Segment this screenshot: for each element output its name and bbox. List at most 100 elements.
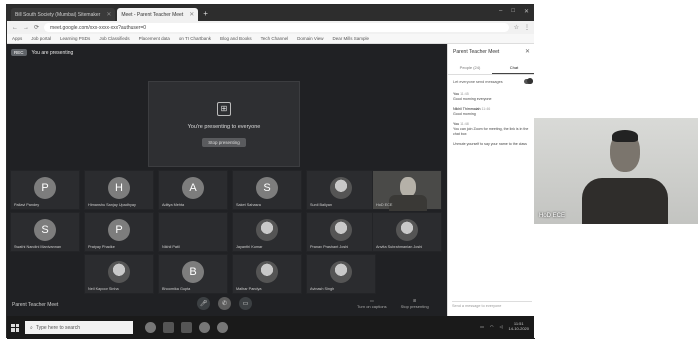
- message-sender: You: [453, 122, 460, 126]
- chat-permission-row: Let everyone send messages: [453, 78, 533, 84]
- chat-message: Unmute yourself to say your name to the …: [453, 142, 533, 147]
- bookmark-item[interactable]: Domain View: [297, 36, 323, 41]
- participant-tile[interactable]: Malhar Pandya: [232, 254, 302, 294]
- webcam-person-hair: [612, 130, 638, 142]
- browser-tab-active[interactable]: Meet - Parent Teacher Meet ✕: [117, 8, 199, 21]
- participant-tile[interactable]: Avinash Singh: [306, 254, 376, 294]
- app-icon[interactable]: [217, 322, 228, 333]
- avatar-photo: [256, 261, 278, 283]
- participant-tile[interactable]: P Pratyay Phadke: [84, 212, 154, 252]
- bookmark-item[interactable]: Blog and Books: [220, 36, 252, 41]
- panel-title: Parent Teacher Meet: [453, 49, 500, 55]
- avatar-photo: [330, 261, 352, 283]
- avatar-photo: [330, 219, 352, 241]
- new-tab-icon[interactable]: +: [203, 9, 208, 18]
- close-icon[interactable]: ✕: [106, 11, 111, 18]
- reload-icon[interactable]: ⟳: [34, 24, 39, 31]
- participant-tile[interactable]: Sunil Baliyan: [306, 170, 376, 210]
- video-body: [389, 195, 427, 211]
- meeting-name: Parent Teacher Meet: [12, 302, 59, 308]
- close-window-icon[interactable]: ✕: [524, 8, 529, 15]
- message-sender: Nikhil Thimmaiah: [453, 107, 481, 111]
- presentation-card: ⊞ You're presenting to everyone Stop pre…: [148, 81, 300, 167]
- toggle-label: Let everyone send messages: [453, 79, 503, 84]
- chat-panel: Parent Teacher Meet ✕ People (24) Chat L…: [447, 44, 536, 316]
- participant-name: Pallavi Pandey: [14, 203, 40, 207]
- close-icon[interactable]: ✕: [189, 11, 194, 18]
- maximize-icon[interactable]: □: [511, 8, 515, 15]
- participant-tile-video[interactable]: HoD ECE: [372, 170, 442, 211]
- bookmark-item[interactable]: Dear Mills Sample: [333, 36, 370, 41]
- camera-icon[interactable]: ▭: [239, 297, 252, 310]
- bookmark-item[interactable]: Job Classifieds: [99, 36, 129, 41]
- browser-tab-strip: Bill South Society (Mumbai) Sitemaker ✕ M…: [7, 5, 535, 21]
- empty-area-bottom: [534, 224, 698, 338]
- participant-tile[interactable]: Anvita Subrahmanian Joshi: [372, 212, 442, 252]
- bookmarks-bar: Apps Job portal Learning PSDs Job Classi…: [7, 34, 535, 44]
- participant-tile[interactable]: S Saket Sahasra: [232, 170, 302, 210]
- tab-label: Meet - Parent Teacher Meet: [121, 11, 184, 18]
- participant-tile[interactable]: Neil Kapoor Sinha: [84, 254, 154, 294]
- participant-tile[interactable]: Nikhil Patil: [158, 212, 228, 252]
- message-text: Good morning: [453, 112, 476, 116]
- bookmark-item[interactable]: Tech Channel: [261, 36, 289, 41]
- battery-icon: ▭: [480, 323, 484, 329]
- browser-tab[interactable]: Bill South Society (Mumbai) Sitemaker ✕: [11, 8, 116, 21]
- end-call-icon[interactable]: ✆: [218, 297, 231, 310]
- search-icon: ⌕: [30, 324, 33, 331]
- avatar-photo: [108, 261, 130, 283]
- url-input[interactable]: meet.google.com/xxx-xxxx-xxx?authuser=0: [44, 23, 509, 32]
- screenshot-root: Bill South Society (Mumbai) Sitemaker ✕ M…: [0, 0, 698, 343]
- mic-icon[interactable]: 🎤︎: [197, 297, 210, 310]
- chat-messages: You 11:45 Good morning everyone Nikhil Th…: [453, 92, 533, 152]
- chrome-icon[interactable]: [199, 322, 210, 333]
- windows-start-icon[interactable]: [11, 323, 19, 332]
- bookmark-item[interactable]: Job portal: [31, 36, 51, 41]
- tab-chat[interactable]: Chat: [492, 61, 536, 74]
- file-explorer-icon[interactable]: [163, 322, 174, 333]
- presenting-message: You're presenting to everyone: [187, 123, 261, 130]
- clock[interactable]: 11:51 14-10-2020: [509, 321, 529, 331]
- extensions-icon[interactable]: ⋮: [524, 24, 530, 31]
- participant-tile[interactable]: H Himanshu Sanjay Upadhyay: [84, 170, 154, 210]
- participant-tile[interactable]: S Swathi Nandini Manivannan: [10, 212, 80, 252]
- tab-people[interactable]: People (24): [448, 61, 492, 74]
- task-view-icon[interactable]: [145, 322, 156, 333]
- rec-badge: REC: [11, 49, 27, 56]
- minimize-icon[interactable]: –: [499, 8, 502, 15]
- chat-toggle[interactable]: [524, 78, 533, 84]
- secondary-controls: ▭ Turn on captions ⊞ Stop presenting: [357, 298, 429, 309]
- bookmark-item[interactable]: Apps: [12, 36, 22, 41]
- avatar: S: [256, 177, 278, 199]
- present-button[interactable]: ⊞ Stop presenting: [401, 298, 429, 309]
- message-text: You can join Zoom for meeting, the link …: [453, 127, 529, 136]
- back-icon[interactable]: ←: [12, 25, 18, 31]
- bookmark-item[interactable]: on TI Chartbank: [179, 36, 211, 41]
- captions-button[interactable]: ▭ Turn on captions: [357, 298, 387, 309]
- empty-area-top: [534, 4, 698, 118]
- participant-name: Bhoomika Gupta: [162, 287, 191, 291]
- bookmark-item[interactable]: Placement data: [139, 36, 170, 41]
- bookmark-item[interactable]: Learning PSDs: [60, 36, 90, 41]
- message-time: 11:48: [460, 122, 469, 126]
- address-bar-row: ← → ⟳ meet.google.com/xxx-xxxx-xxx?authu…: [7, 21, 535, 34]
- stop-presenting-button[interactable]: Stop presenting: [202, 137, 246, 147]
- taskbar-search-input[interactable]: ⌕ Type here to search: [25, 321, 133, 334]
- star-icon[interactable]: ☆: [514, 24, 519, 31]
- participant-tile[interactable]: Pranav Prashant Joshi: [306, 212, 376, 252]
- url-text: meet.google.com/xxx-xxxx-xxx?authuser=0: [50, 24, 147, 31]
- store-icon[interactable]: [181, 322, 192, 333]
- close-icon[interactable]: ✕: [525, 48, 530, 55]
- participant-tile[interactable]: Jayanthi Kumar: [232, 212, 302, 252]
- shared-screen: Bill South Society (Mumbai) Sitemaker ✕ M…: [6, 4, 536, 339]
- volume-icon: ◁: [499, 323, 503, 329]
- chat-message: You 11:48 You can join Zoom for meeting, …: [453, 122, 533, 137]
- participant-name: Nikhil Patil: [162, 245, 180, 249]
- chat-input[interactable]: Send a message to everyone: [452, 301, 532, 310]
- participant-tile[interactable]: B Bhoomika Gupta: [158, 254, 228, 294]
- wifi-icon: ◠: [489, 323, 494, 329]
- forward-icon[interactable]: →: [23, 25, 29, 31]
- participant-tile[interactable]: P Pallavi Pandey: [10, 170, 80, 210]
- participant-tile[interactable]: A Aditya Mehta: [158, 170, 228, 210]
- captions-label: Turn on captions: [357, 304, 387, 309]
